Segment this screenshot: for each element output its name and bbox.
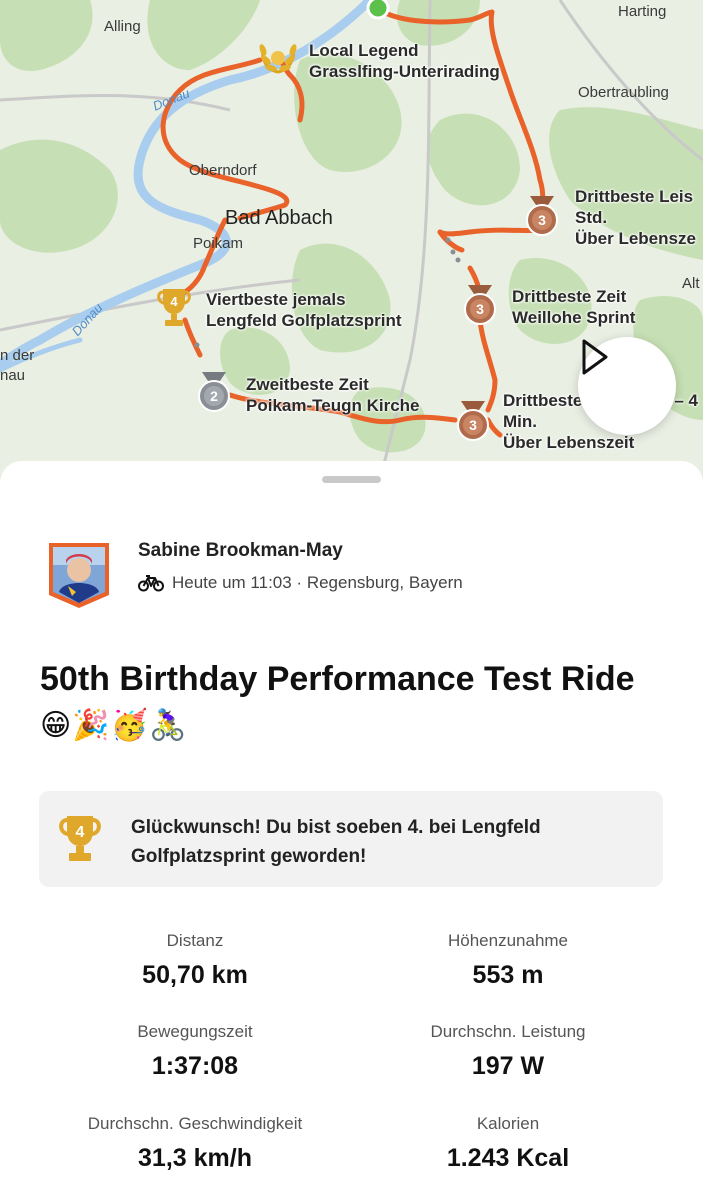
stat-moving-time: Bewegungszeit 1:37:08 bbox=[30, 1022, 360, 1081]
svg-text:3: 3 bbox=[476, 301, 484, 317]
stat-value: 1:37:08 bbox=[151, 1052, 239, 1080]
gold-trophy-icon[interactable]: 4 bbox=[155, 287, 193, 329]
stat-value: 50,70 km bbox=[142, 961, 248, 989]
sheet-drag-handle[interactable] bbox=[322, 476, 381, 483]
svg-text:2: 2 bbox=[210, 388, 218, 404]
svg-text:4: 4 bbox=[170, 294, 178, 309]
bronze-medal-icon[interactable]: 3 bbox=[524, 194, 560, 238]
stat-average-power: Durchschn. Leistung 197 W bbox=[343, 1022, 673, 1081]
athlete-name[interactable]: Sabine Brookman-May bbox=[138, 540, 343, 562]
segment-label-drittbeste-leistung[interactable]: Drittbeste Leis Std. Über Lebensze bbox=[575, 186, 696, 249]
stat-value: 553 m bbox=[472, 961, 544, 989]
activity-meta: Heute um 11:03 · Regensburg, Bayern bbox=[138, 573, 463, 593]
place-label-alt: Alt bbox=[682, 275, 700, 292]
stat-average-speed: Durchschn. Geschwindigkeit 31,3 km/h bbox=[30, 1114, 360, 1173]
activity-time-location: Heute um 11:03 · Regensburg, Bayern bbox=[172, 573, 463, 592]
flyover-play-button[interactable] bbox=[578, 337, 676, 435]
stat-label: Höhenzunahme bbox=[447, 931, 569, 950]
party-popper-emoji: 🎉 bbox=[72, 709, 110, 742]
gold-trophy-icon: 4 bbox=[57, 813, 103, 865]
place-label-an-der: n der bbox=[0, 347, 35, 364]
title-emojis: 😁 🎉 🥳 🚴‍♀️ bbox=[40, 709, 186, 743]
segment-label-weillohe-sprint[interactable]: Drittbeste Zeit Weillohe Sprint bbox=[512, 286, 635, 328]
grinning-face-emoji: 😁 bbox=[40, 709, 72, 742]
place-label-obertraubling: Obertraubling bbox=[578, 84, 669, 101]
activity-title: 50th Birthday Performance Test Ride bbox=[40, 660, 635, 698]
place-label-oberndorf: Oberndorf bbox=[189, 162, 257, 179]
stat-label: Bewegungszeit bbox=[137, 1022, 253, 1041]
achievement-text: Glückwunsch! Du bist soeben 4. bei Lengf… bbox=[131, 817, 541, 867]
stat-label: Distanz bbox=[166, 931, 224, 950]
partying-face-emoji: 🥳 bbox=[110, 709, 148, 742]
stat-label: Durchschn. Geschwindigkeit bbox=[87, 1114, 303, 1133]
segment-label-lengfeld-golfplatzsprint[interactable]: Viertbeste jemals Lengfeld Golfplatzspri… bbox=[206, 289, 402, 331]
segment-label-poikam-teugn-kirche[interactable]: Zweitbeste Zeit Poikam-Teugn Kirche bbox=[246, 374, 420, 416]
route-map[interactable]: Alling Harting Obertraubling Oberndorf B… bbox=[0, 0, 703, 480]
svg-text:4: 4 bbox=[76, 824, 85, 841]
stat-value: 31,3 km/h bbox=[138, 1144, 252, 1172]
woman-biking-emoji: 🚴‍♀️ bbox=[149, 709, 187, 742]
segment-label-local-legend[interactable]: Local Legend Grasslfing-Unterirading bbox=[309, 40, 500, 82]
place-label-bad-abbach: Bad Abbach bbox=[225, 207, 333, 229]
stat-value: 1.243 Kcal bbox=[446, 1144, 570, 1172]
svg-text:3: 3 bbox=[538, 212, 546, 228]
play-icon bbox=[582, 339, 608, 375]
stat-value: 197 W bbox=[471, 1052, 545, 1080]
stat-distance: Distanz 50,70 km bbox=[30, 931, 360, 990]
place-label-donau-edge: nau bbox=[0, 367, 26, 384]
stat-calories: Kalorien 1.243 Kcal bbox=[343, 1114, 673, 1173]
activity-detail-sheet[interactable]: Sabine Brookman-May Heute um 11:03 · Reg… bbox=[0, 461, 703, 1200]
place-label-harting: Harting bbox=[618, 3, 667, 20]
achievement-banner[interactable]: 4 Glückwunsch! Du bist soeben 4. bei Len… bbox=[39, 791, 663, 887]
place-label-poikam: Poikam bbox=[193, 235, 244, 252]
stat-label: Kalorien bbox=[476, 1114, 540, 1133]
local-legend-laurel-icon[interactable] bbox=[257, 38, 299, 78]
athlete-avatar[interactable] bbox=[46, 540, 112, 610]
stat-elevation-gain: Höhenzunahme 553 m bbox=[343, 931, 673, 990]
bronze-medal-icon[interactable]: 3 bbox=[455, 399, 491, 443]
silver-medal-icon[interactable]: 2 bbox=[196, 370, 232, 414]
bronze-medal-icon[interactable]: 3 bbox=[462, 283, 498, 327]
stat-label: Durchschn. Leistung bbox=[430, 1022, 586, 1041]
place-label-alling: Alling bbox=[104, 18, 141, 35]
bicycle-icon bbox=[138, 575, 164, 592]
svg-text:3: 3 bbox=[469, 417, 477, 433]
